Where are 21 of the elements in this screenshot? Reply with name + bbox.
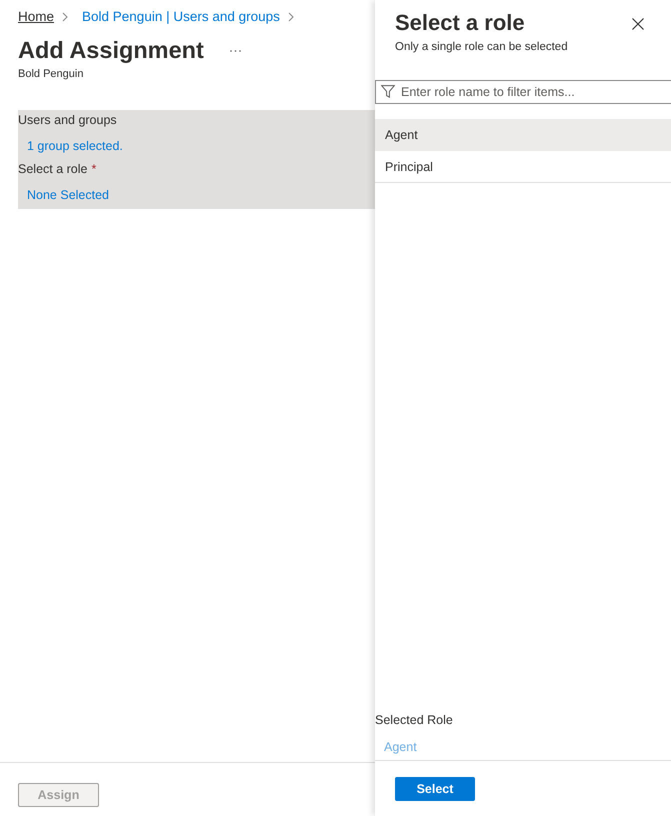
field-value-link[interactable]: None Selected	[27, 185, 110, 205]
select-button[interactable]: Select	[395, 777, 475, 801]
field-value-link[interactable]: 1 group selected.	[27, 136, 123, 156]
breadcrumb-link[interactable]: Bold Penguin | Users and groups	[82, 8, 280, 26]
close-icon[interactable]	[632, 18, 644, 30]
role-list-item[interactable]: Agent	[375, 119, 671, 151]
chevron-right-icon	[288, 12, 294, 22]
selected-role-value: Agent	[384, 739, 417, 756]
chevron-right-icon	[62, 12, 68, 22]
panel-title: Select a role	[395, 9, 526, 37]
panel-subtitle: Only a single role can be selected	[395, 40, 568, 55]
page-title: Add Assignment	[18, 36, 204, 65]
breadcrumb-link[interactable]: Home	[18, 8, 54, 26]
role-list-item[interactable]: Principal	[375, 151, 671, 183]
selected-role-label: Selected Role	[375, 712, 453, 729]
filter-field[interactable]: Enter role name to filter items...	[375, 80, 671, 104]
field-label: Select a role	[18, 161, 88, 178]
field-label: Users and groups	[18, 112, 117, 129]
required-mark: *	[91, 161, 96, 178]
filter-icon	[381, 85, 395, 98]
page-subtitle: Bold Penguin	[18, 67, 84, 81]
